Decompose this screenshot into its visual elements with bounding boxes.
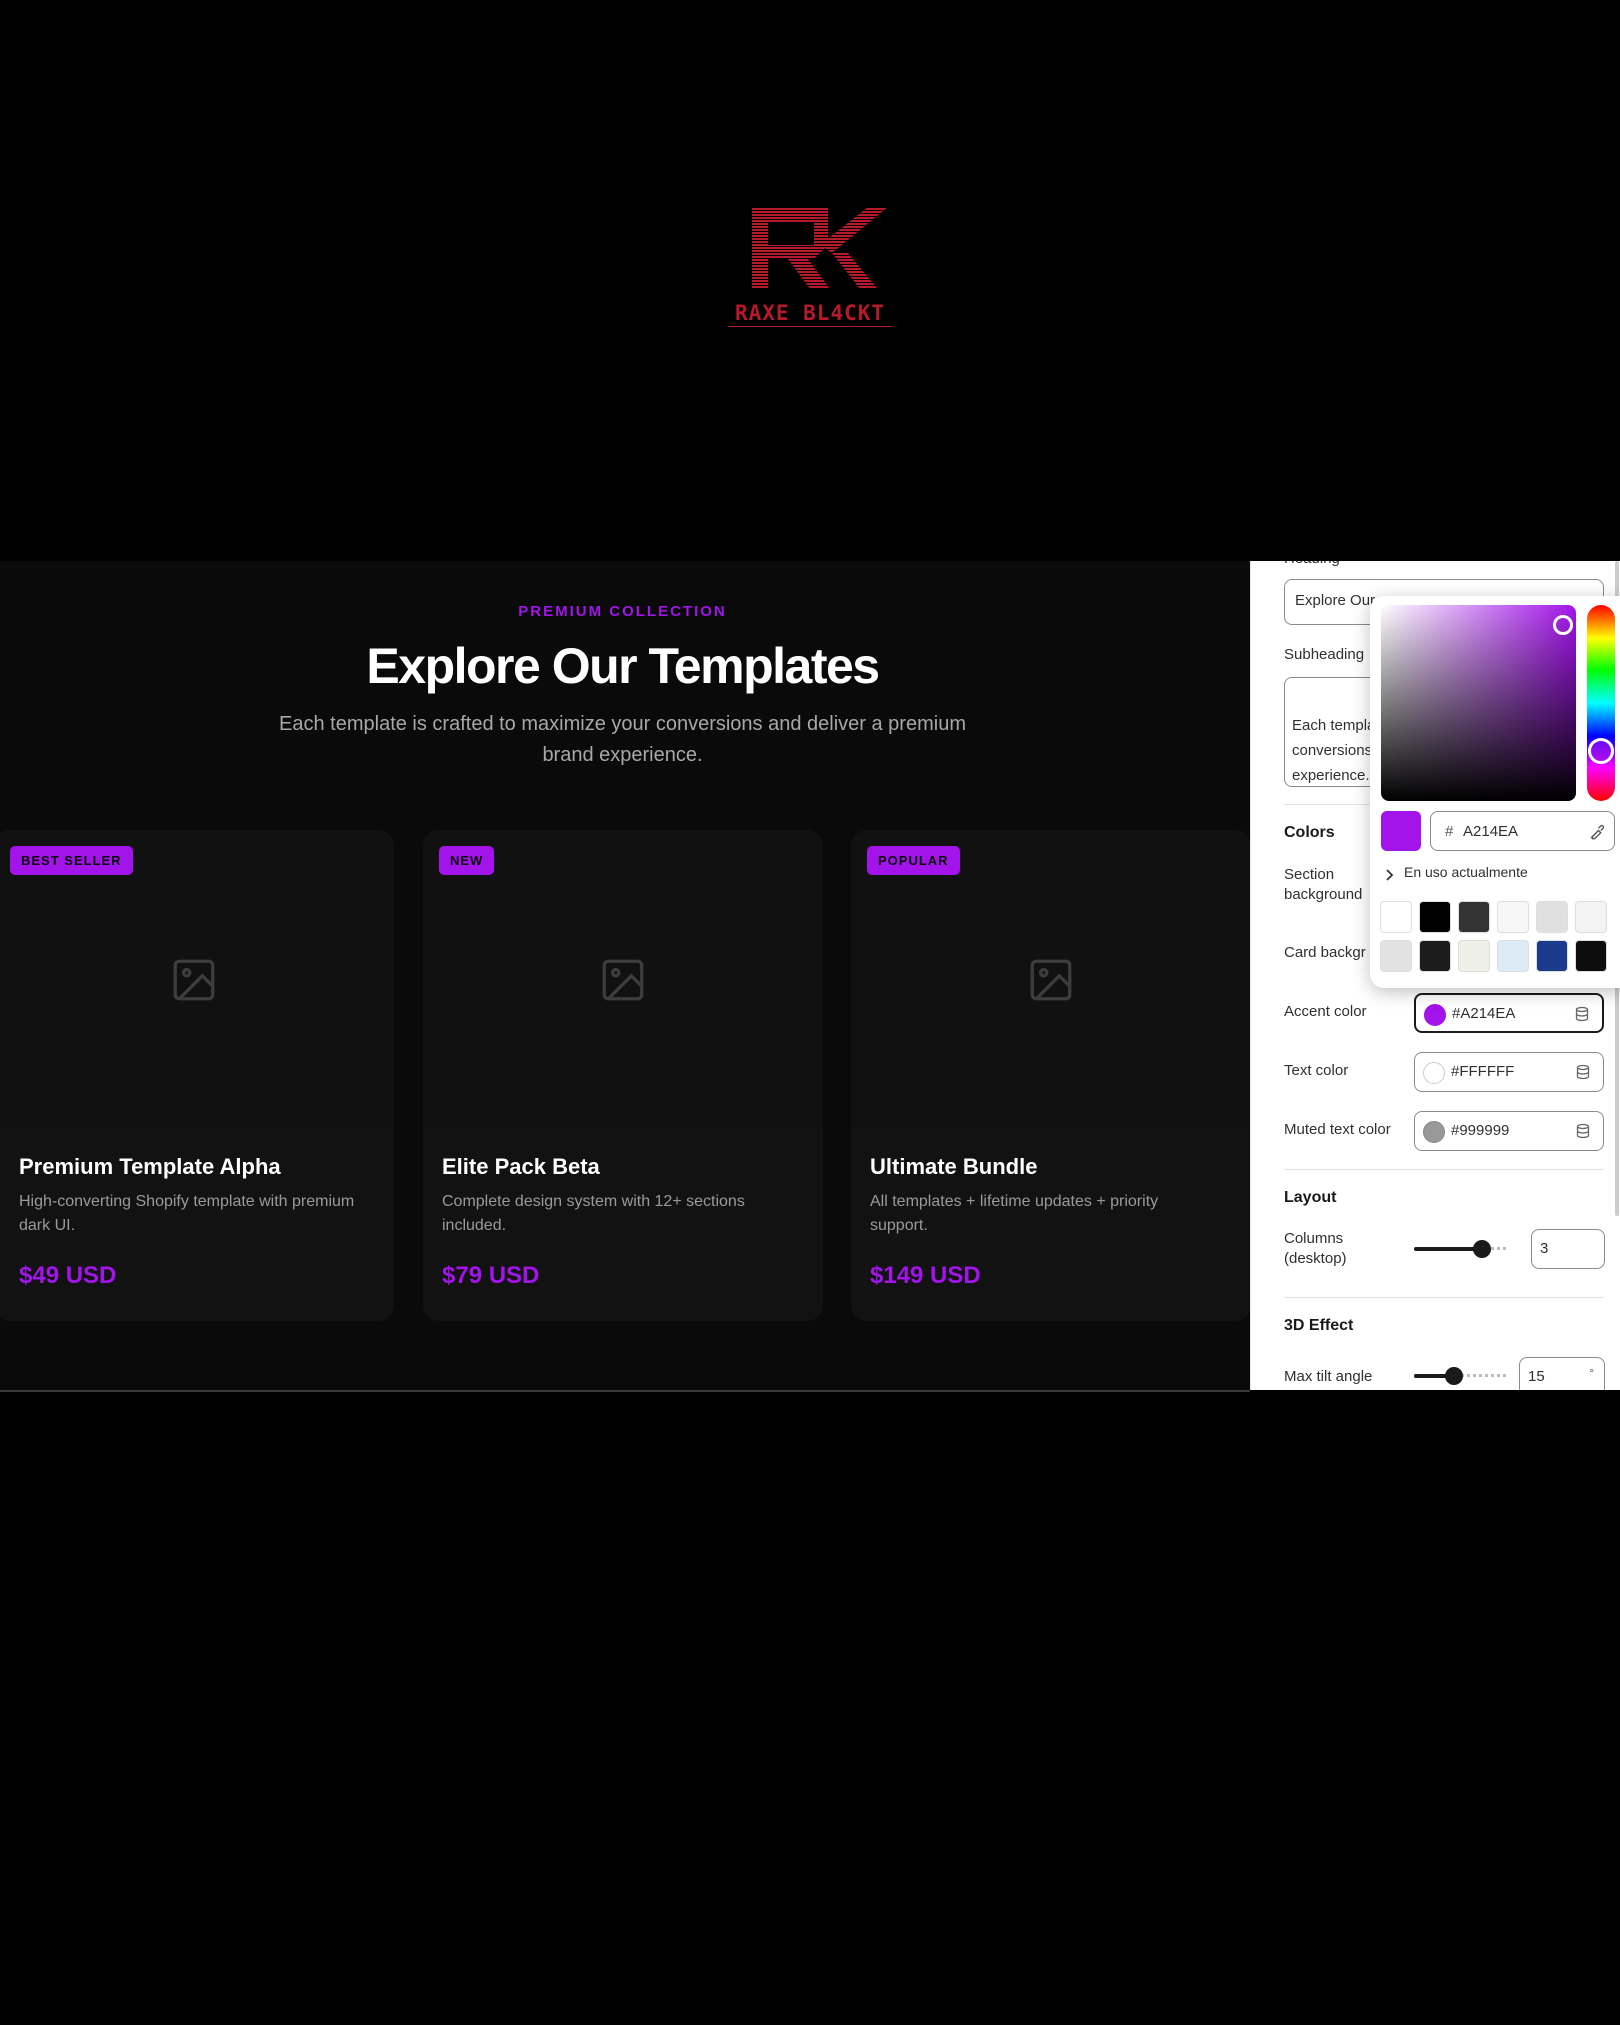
- accent-color-label: Accent color: [1284, 1003, 1367, 1020]
- divider: [1284, 1169, 1604, 1170]
- rx-logo-icon: [752, 207, 888, 289]
- muted-text-color-swatch[interactable]: [1423, 1121, 1445, 1143]
- accent-color-field[interactable]: #A214EA: [1414, 993, 1604, 1033]
- color-swatch[interactable]: [1575, 940, 1607, 972]
- subheading-textarea-value: Each templa conversions experience.: [1292, 717, 1376, 784]
- logo-wordmark: RAXE BL4CKT: [728, 301, 892, 327]
- color-swatch[interactable]: [1458, 901, 1490, 933]
- columns-number-input[interactable]: 3: [1531, 1229, 1605, 1269]
- card-background-label: Card backgr: [1284, 944, 1366, 961]
- database-icon[interactable]: [1575, 1064, 1591, 1080]
- muted-text-color-field[interactable]: #999999: [1414, 1111, 1604, 1151]
- color-swatch[interactable]: [1419, 901, 1451, 933]
- hex-input[interactable]: # A214EA: [1430, 811, 1615, 851]
- heading-input-value: Explore Our: [1295, 592, 1376, 609]
- text-color-label: Text color: [1284, 1062, 1349, 1079]
- layout-section-title: Layout: [1284, 1189, 1337, 1206]
- brand-logo: RAXE BL4CKT: [728, 205, 892, 327]
- card-badge: POPULAR: [867, 846, 960, 875]
- product-card[interactable]: BEST SELLER Premium Template Alpha High-…: [0, 830, 394, 1321]
- saturation-value-area[interactable]: [1381, 605, 1576, 801]
- card-description: Complete design system with 12+ sections…: [442, 1193, 745, 1234]
- muted-text-color-label: Muted text color: [1284, 1121, 1391, 1138]
- color-swatch[interactable]: [1575, 901, 1607, 933]
- logo-area: RAXE BL4CKT: [0, 0, 1620, 561]
- image-placeholder-icon: [602, 959, 644, 1001]
- section-heading: Explore Our Templates: [366, 638, 880, 694]
- database-icon[interactable]: [1574, 1006, 1590, 1022]
- card-description: High-converting Shopify template with pr…: [19, 1193, 355, 1234]
- card-price: $149 USD: [870, 1262, 981, 1289]
- columns-slider-track[interactable]: [1414, 1247, 1482, 1251]
- card-badge: NEW: [439, 846, 495, 875]
- hex-value: A214EA: [1463, 823, 1519, 840]
- tilt-slider-rest[interactable]: [1456, 1374, 1506, 1378]
- columns-number-value: 3: [1540, 1240, 1549, 1257]
- hex-hash: #: [1445, 823, 1454, 840]
- muted-text-color-value: #999999: [1451, 1122, 1510, 1139]
- section-background-label: Section background: [1284, 866, 1363, 903]
- current-color-swatch: [1381, 811, 1421, 851]
- product-image-placeholder: [851, 830, 1250, 1130]
- section-subheading: Each template is crafted to maximize you…: [279, 713, 966, 766]
- tilt-number-value: 15: [1528, 1368, 1545, 1385]
- text-color-value: #FFFFFF: [1451, 1063, 1515, 1080]
- product-image-placeholder: [423, 830, 823, 1130]
- hue-handle[interactable]: [1588, 738, 1614, 764]
- tilt-number-input[interactable]: 15 °: [1519, 1357, 1605, 1390]
- image-placeholder-icon: [173, 959, 215, 1001]
- tilt-slider-handle[interactable]: [1445, 1367, 1463, 1385]
- chevron-right-icon[interactable]: [1384, 869, 1394, 881]
- tilt-unit: °: [1589, 1366, 1594, 1380]
- image-placeholder-icon: [1030, 959, 1072, 1001]
- database-icon[interactable]: [1575, 1123, 1591, 1139]
- card-title: Premium Template Alpha: [19, 1154, 281, 1179]
- card-title: Ultimate Bundle: [870, 1154, 1038, 1179]
- card-title: Elite Pack Beta: [442, 1154, 600, 1179]
- color-swatch[interactable]: [1419, 940, 1451, 972]
- card-badge: BEST SELLER: [10, 846, 133, 875]
- color-picker-popover: # A214EA En uso actualmente: [1370, 596, 1620, 988]
- card-price: $79 USD: [442, 1262, 540, 1289]
- card-description: All templates + lifetime updates + prior…: [870, 1193, 1159, 1234]
- color-swatch[interactable]: [1380, 940, 1412, 972]
- color-swatch[interactable]: [1497, 901, 1529, 933]
- product-card[interactable]: NEW Elite Pack Beta Complete design syst…: [423, 830, 823, 1321]
- templates-preview-section: PREMIUM COLLECTION Explore Our Templates…: [0, 561, 1250, 1390]
- text-color-field[interactable]: #FFFFFF: [1414, 1052, 1604, 1092]
- hue-slider[interactable]: [1587, 605, 1615, 801]
- accent-color-value: #A214EA: [1452, 1005, 1516, 1022]
- in-use-label[interactable]: En uso actualmente: [1404, 864, 1528, 880]
- columns-label: Columns (desktop): [1284, 1230, 1347, 1267]
- colors-section-title: Colors: [1284, 824, 1335, 841]
- color-swatch[interactable]: [1536, 901, 1568, 933]
- heading-label: Heading: [1284, 561, 1340, 569]
- max-tilt-label: Max tilt angle: [1284, 1368, 1373, 1385]
- section-eyebrow: PREMIUM COLLECTION: [518, 603, 727, 620]
- product-card[interactable]: POPULAR Ultimate Bundle All templates + …: [851, 830, 1250, 1321]
- 3d-effect-section-title: 3D Effect: [1284, 1317, 1354, 1334]
- card-price: $49 USD: [19, 1262, 117, 1289]
- saturation-handle[interactable]: [1553, 615, 1573, 635]
- subheading-label: Subheading: [1284, 646, 1365, 663]
- text-color-swatch[interactable]: [1423, 1062, 1445, 1084]
- color-swatch[interactable]: [1380, 901, 1412, 933]
- color-swatch[interactable]: [1458, 940, 1490, 972]
- eyedropper-icon[interactable]: [1588, 823, 1606, 841]
- color-swatch[interactable]: [1497, 940, 1529, 972]
- divider: [1284, 1297, 1604, 1298]
- product-image-placeholder: [0, 830, 394, 1130]
- preview-bottom-divider: [0, 1390, 1250, 1392]
- color-swatch[interactable]: [1536, 940, 1568, 972]
- columns-slider-handle[interactable]: [1473, 1240, 1491, 1258]
- accent-color-swatch[interactable]: [1424, 1004, 1446, 1026]
